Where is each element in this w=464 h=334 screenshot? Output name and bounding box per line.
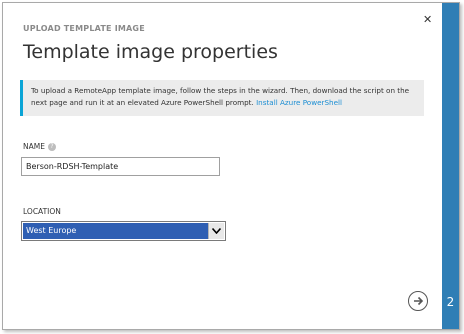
- install-powershell-link[interactable]: Install Azure PowerShell: [256, 98, 342, 107]
- name-input[interactable]: Berson-RDSH-Template: [21, 157, 220, 176]
- chevron-down-icon[interactable]: [208, 223, 224, 239]
- info-text: To upload a RemoteApp template image, fo…: [31, 85, 421, 109]
- step-number: 2: [446, 295, 455, 309]
- info-banner: To upload a RemoteApp template image, fo…: [20, 80, 424, 116]
- wizard-label: UPLOAD TEMPLATE IMAGE: [23, 24, 145, 33]
- dialog: UPLOAD TEMPLATE IMAGE ✕ Template image p…: [2, 2, 460, 330]
- wizard-step-bar: 2: [442, 3, 459, 329]
- location-selected-value: West Europe: [23, 223, 208, 239]
- page-title: Template image properties: [23, 41, 278, 63]
- info-message: To upload a RemoteApp template image, fo…: [31, 86, 410, 107]
- location-select[interactable]: West Europe: [21, 221, 226, 241]
- name-label-text: NAME: [23, 142, 45, 151]
- help-icon[interactable]: ?: [47, 143, 56, 151]
- arrow-right-icon: [413, 296, 423, 306]
- next-button[interactable]: [408, 291, 428, 311]
- location-label: LOCATION: [23, 207, 61, 216]
- close-icon[interactable]: ✕: [423, 13, 432, 26]
- name-label: NAME?: [23, 142, 56, 151]
